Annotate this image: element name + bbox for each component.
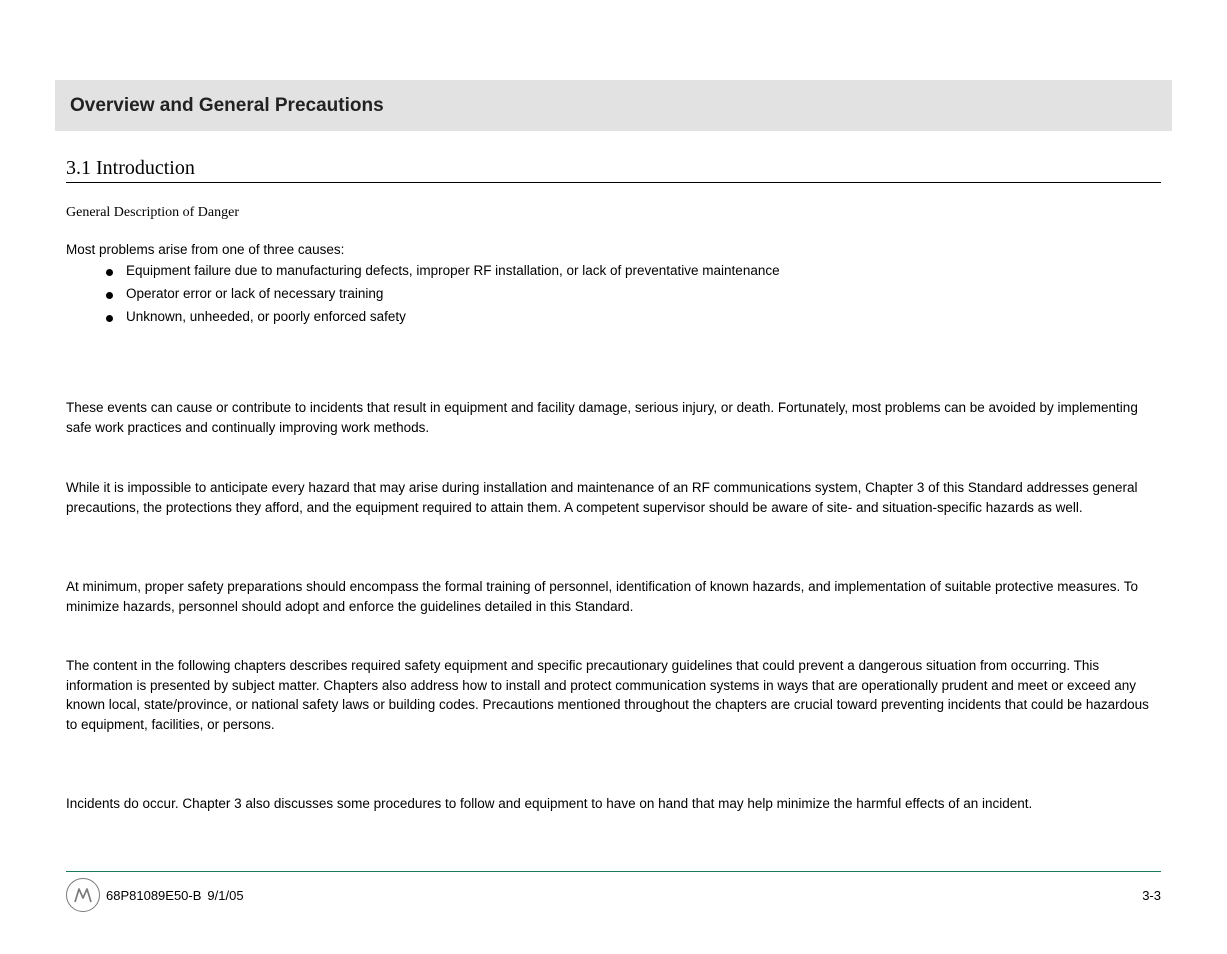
motorola-logo-icon [66,878,100,912]
header-bar: Overview and General Precautions [55,80,1172,131]
heading-rule [66,182,1161,183]
footer-rule [66,871,1161,872]
footer-standard-label: 68P81089E50-B [106,888,201,903]
cause-list: Equipment failure due to manufacturing d… [66,262,1161,331]
section-subtitle: General Description of Danger [66,205,239,221]
footer-left: 68P81089E50-B 9/1/05 [66,878,244,912]
list-item: Equipment failure due to manufacturing d… [66,262,1161,281]
section-heading: 3.1 Introduction [66,157,195,180]
body-paragraph: While it is impossible to anticipate eve… [66,478,1161,517]
body-paragraph: The content in the following chapters de… [66,656,1161,734]
body-paragraph: At minimum, proper safety preparations s… [66,577,1161,616]
footer-date: 9/1/05 [207,888,243,903]
intro-text: Most problems arise from one of three ca… [66,240,1161,260]
list-item: Operator error or lack of necessary trai… [66,285,1161,304]
list-item: Unknown, unheeded, or poorly enforced sa… [66,308,1161,327]
footer-page-number: 3-3 [1142,888,1161,903]
body-paragraph: These events can cause or contribute to … [66,398,1161,437]
body-paragraph: Incidents do occur. Chapter 3 also discu… [66,794,1161,814]
header-title: Overview and General Precautions [70,95,384,117]
footer: 68P81089E50-B 9/1/05 3-3 [66,878,1161,912]
